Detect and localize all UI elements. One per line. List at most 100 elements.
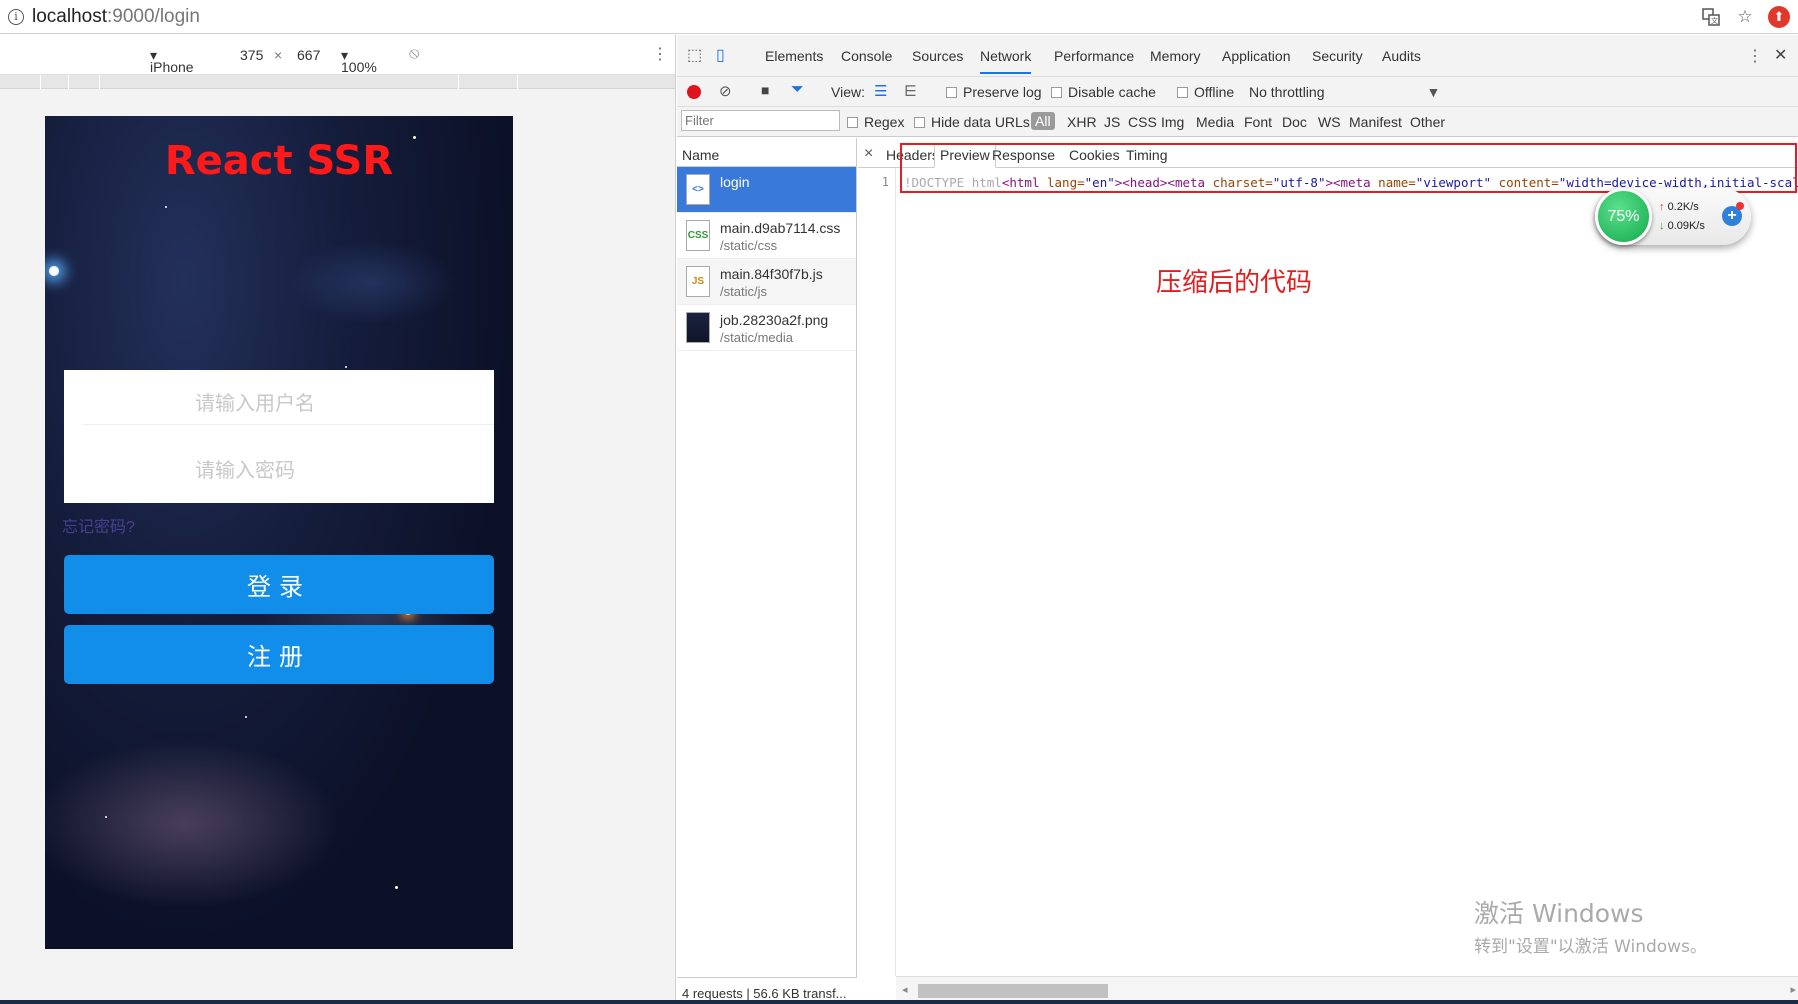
filter-type-manifest[interactable]: Manifest (1349, 114, 1402, 130)
width-field[interactable]: 375 (240, 47, 263, 63)
hide-data-urls-checkbox[interactable]: Hide data URLs (914, 114, 1030, 130)
disable-cache-checkbox[interactable]: Disable cache (1051, 84, 1156, 100)
screenshot-camera-icon[interactable]: ■ (761, 82, 769, 98)
upload-speed: ↑ 0.2K/s (1659, 201, 1699, 213)
request-row[interactable]: CSS main.d9ab7114.css /static/css (677, 213, 856, 259)
regex-label: Regex (864, 114, 905, 130)
inspect-element-icon[interactable]: ⬚ (687, 45, 702, 65)
filter-type-all[interactable]: All (1031, 112, 1055, 130)
filter-input[interactable] (681, 110, 840, 131)
forgot-password-link[interactable]: 忘记密码? (62, 513, 135, 537)
throttling-select[interactable]: No throttling ▼ (1249, 84, 1440, 100)
tab-console[interactable]: Console (841, 48, 892, 64)
scrollbar-thumb[interactable] (918, 984, 1108, 998)
watermark-line2: 转到"设置"以激活 Windows。 (1474, 937, 1707, 957)
tab-application[interactable]: Application (1222, 48, 1291, 64)
request-list: Name <> login CSS main.d9ab7114.css /sta… (677, 138, 857, 1004)
record-icon[interactable] (687, 85, 701, 99)
device-toolbar: iPhone 6 ▾ 375 × 667 100% ▾ ⦸ ⋮ (0, 35, 675, 91)
overview-icon[interactable]: ⋿ (904, 82, 917, 100)
filter-funnel-icon[interactable]: ⏷ (791, 81, 804, 99)
filter-type-css[interactable]: CSS (1128, 114, 1157, 130)
zoom-select[interactable]: 100% ▾ (341, 47, 377, 75)
site-info-icon[interactable]: i (8, 8, 24, 25)
devtools-panel: ⬚ ▯ Elements Console Sources Network Per… (677, 35, 1798, 1004)
clear-icon[interactable]: ⊘ (719, 82, 732, 100)
offline-label: Offline (1194, 84, 1235, 100)
address-bar[interactable]: i localhost:9000/login 文 ☆ ⬆ (0, 0, 1798, 34)
hide-data-urls-label: Hide data URLs (931, 114, 1030, 130)
extension-icon[interactable]: ⬆ (1768, 6, 1790, 28)
name-column-header[interactable]: Name (677, 138, 856, 167)
offline-checkbox[interactable]: Offline (1177, 84, 1234, 100)
css-file-icon: CSS (686, 220, 710, 251)
form-divider (83, 424, 494, 425)
login-button[interactable]: 登录 (64, 555, 494, 614)
preserve-log-checkbox[interactable]: Preserve log (946, 84, 1042, 100)
request-path: /static/css (720, 238, 778, 253)
request-name: main.d9ab7114.css (720, 220, 841, 236)
upload-arrow-icon: ↑ (1659, 201, 1665, 213)
filter-type-other[interactable]: Other (1410, 114, 1445, 130)
translate-icon[interactable]: 文 (1700, 6, 1722, 28)
filter-type-doc[interactable]: Doc (1282, 114, 1307, 130)
tab-network[interactable]: Network (980, 48, 1032, 74)
annotation-text: 压缩后的代码 (1156, 268, 1313, 298)
image-file-icon (686, 312, 710, 343)
dimension-separator: × (274, 47, 283, 63)
line-number: 1 (881, 175, 889, 189)
request-row[interactable]: <> login (677, 167, 856, 213)
request-name: login (720, 174, 750, 190)
speed-percent-ball: 75% (1595, 188, 1652, 245)
height-field[interactable]: 667 (297, 47, 320, 63)
filter-type-js[interactable]: JS (1104, 114, 1120, 130)
network-toolbar: ⊘ ■ ⏷ View: ☰ ⋿ Preserve log Disable cac… (677, 77, 1798, 107)
more-options-icon[interactable]: ⋮ (652, 44, 668, 64)
filter-type-font[interactable]: Font (1244, 114, 1272, 130)
bookmark-star-icon[interactable]: ☆ (1734, 6, 1756, 28)
tab-audits[interactable]: Audits (1382, 48, 1421, 64)
windows-activation-watermark: 激活 Windows 转到"设置"以激活 Windows。 (1474, 894, 1707, 957)
filter-type-ws[interactable]: WS (1318, 114, 1341, 130)
request-path: /static/js (720, 284, 767, 299)
media-query-ruler[interactable] (0, 75, 675, 89)
download-arrow-icon: ↓ (1659, 220, 1665, 232)
app-title: React SSR (164, 138, 394, 184)
tab-performance[interactable]: Performance (1054, 48, 1134, 64)
request-name: job.28230a2f.png (720, 312, 829, 328)
large-rows-icon[interactable]: ☰ (874, 82, 887, 100)
network-speed-widget[interactable]: 75% ↑ 0.2K/s ↓ 0.09K/s + (1595, 188, 1751, 245)
close-preview-icon[interactable]: × (864, 145, 873, 163)
filter-type-xhr[interactable]: XHR (1067, 114, 1097, 130)
password-input[interactable] (64, 437, 494, 503)
disable-cache-label: Disable cache (1068, 84, 1156, 100)
close-devtools-icon[interactable]: ✕ (1774, 45, 1787, 65)
tab-security[interactable]: Security (1312, 48, 1363, 64)
filter-type-img[interactable]: Img (1161, 114, 1184, 130)
view-label: View: (831, 84, 865, 100)
scroll-left-icon[interactable]: ◂ (902, 983, 908, 996)
device-select[interactable]: iPhone 6 ▾ (150, 47, 194, 91)
tab-sources[interactable]: Sources (912, 48, 963, 64)
request-row[interactable]: job.28230a2f.png /static/media (677, 305, 856, 351)
request-row[interactable]: JS main.84f30f7b.js /static/js (677, 259, 856, 305)
svg-text:文: 文 (1711, 16, 1718, 25)
tab-elements[interactable]: Elements (765, 48, 823, 64)
request-name: main.84f30f7b.js (720, 266, 823, 282)
watermark-line1: 激活 Windows (1474, 899, 1644, 928)
tab-memory[interactable]: Memory (1150, 48, 1201, 64)
devtools-tabs: ⬚ ▯ Elements Console Sources Network Per… (677, 35, 1798, 77)
filter-type-media[interactable]: Media (1196, 114, 1234, 130)
devtools-menu-icon[interactable]: ⋮ (1747, 46, 1763, 66)
regex-checkbox[interactable]: Regex (847, 114, 904, 130)
username-input[interactable] (64, 370, 494, 436)
scroll-right-icon[interactable]: ▸ (1790, 983, 1796, 996)
device-toggle-icon[interactable]: ▯ (716, 45, 725, 65)
highlight-box (900, 143, 1797, 193)
url-text[interactable]: localhost:9000/login (32, 6, 200, 28)
register-button[interactable]: 注册 (64, 625, 494, 684)
rotate-icon[interactable]: ⦸ (409, 45, 419, 63)
taskbar-edge (0, 1000, 1798, 1004)
notification-dot (1736, 202, 1744, 210)
request-path: /static/media (720, 330, 793, 345)
